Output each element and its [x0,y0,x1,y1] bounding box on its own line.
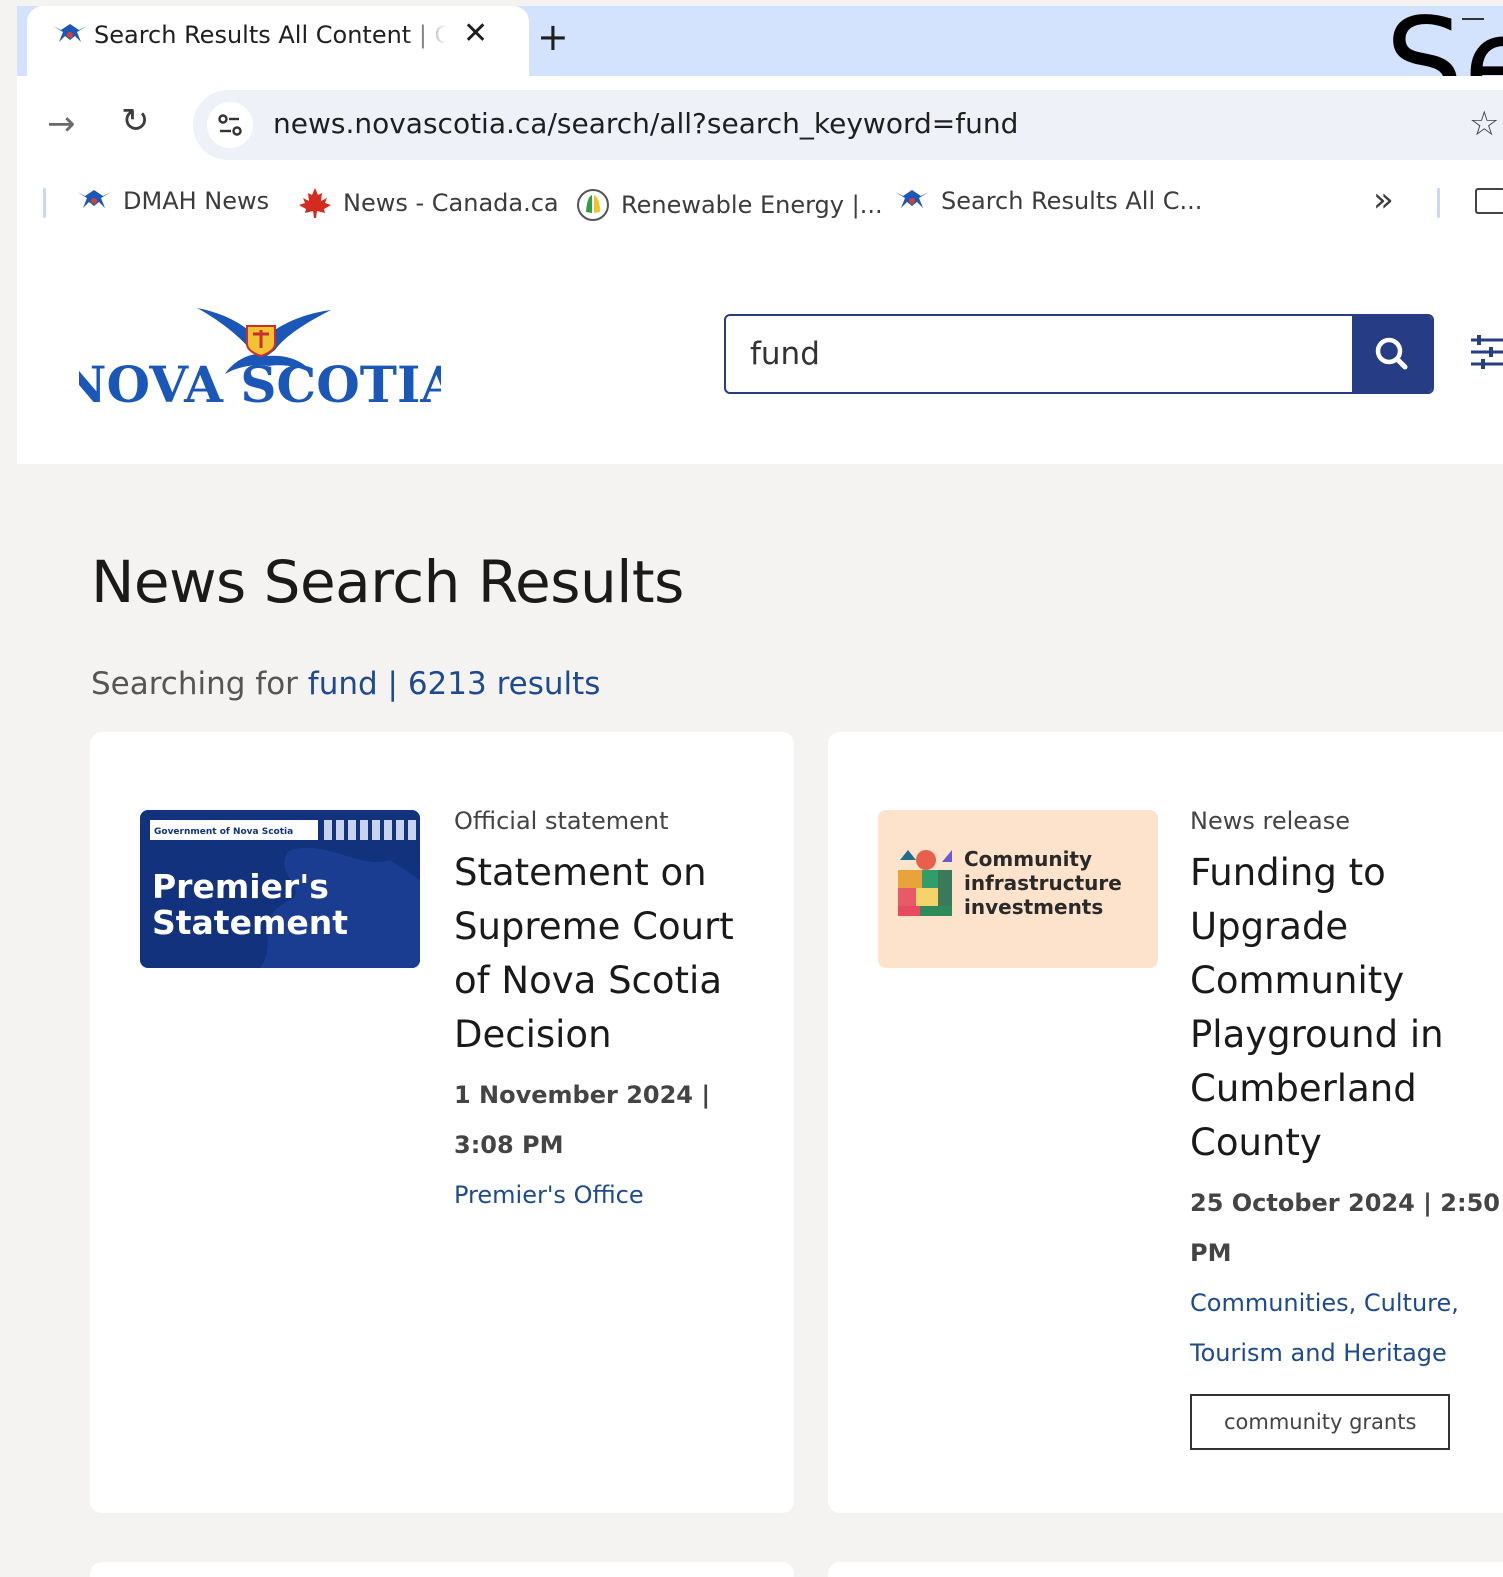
thumbnail-line-3: investments [964,895,1103,919]
bookmark-search-results[interactable]: Search Results All C... [893,187,1202,215]
bookmarks-separator [43,188,46,218]
result-thumbnail[interactable]: Community infrastructure investments [878,810,1158,968]
result-tag[interactable]: community grants [1190,1394,1451,1450]
nova-scotia-logo[interactable]: NOVA SCOTIA [79,304,441,408]
active-tab[interactable]: Search Results All Content | Government … [27,6,529,82]
maple-leaf-icon [299,188,331,218]
result-title-link[interactable]: Statement on Supreme Court of Nova Scoti… [454,846,774,1062]
thumbnail-line-2: Statement [152,903,348,942]
summary-separator: | [377,666,408,702]
thumbnail-line-1: Community [964,847,1092,871]
nova-scotia-icon [53,24,87,42]
tab-title: Search Results All Content | Government … [94,21,446,49]
result-card: Community infrastructure investments New… [828,732,1503,1513]
folder-icon[interactable] [1475,188,1503,214]
filter-sliders-icon[interactable] [1469,332,1503,372]
search-input[interactable] [726,316,1354,392]
summary-count: 6213 results [407,666,601,702]
result-thumbnail[interactable]: Government of Nova Scotia Premier's Stat… [140,810,420,968]
result-department-link[interactable]: Communities, Culture, Tourism and Herita… [1190,1278,1500,1378]
minimize-icon[interactable] [1462,18,1484,20]
bookmark-label: Renewable Energy |... [621,191,883,219]
summary-keyword: fund [307,666,378,702]
result-date: 1 November 2024 | 3:08 PM [454,1081,711,1159]
bookmark-label: DMAH News [123,187,270,215]
summary-prefix: Searching for [91,666,308,702]
bookmark-news-canada[interactable]: News - Canada.ca [297,187,559,219]
thumbnail-line-1: Premier's [152,867,329,906]
tab-strip: Search Results All Content | Government … [17,6,1503,82]
result-card [828,1562,1503,1577]
logo-text: NOVA SCOTIA [79,355,441,408]
bookmark-star-icon[interactable]: ☆ [1469,104,1499,144]
result-type: Official statement [454,807,669,835]
browser-toolbar: → ↻ news.novascotia.ca/search/all?search… [17,76,1503,174]
result-card [90,1562,794,1577]
site-header: NOVA SCOTIA [17,234,1503,464]
page-title: News Search Results [91,548,684,616]
more-bookmarks-icon[interactable]: » [1373,180,1394,220]
close-tab-icon[interactable]: ✕ [463,16,488,52]
site-search [724,314,1434,394]
result-date: 25 October 2024 | 2:50 PM [1190,1189,1500,1267]
result-text: Official statement Statement on Supreme … [454,804,774,1220]
result-department-link[interactable]: Premier's Office [454,1170,774,1220]
address-bar[interactable]: news.novascotia.ca/search/all?search_key… [193,90,1503,160]
nova-scotia-icon [77,190,111,208]
forward-arrow-icon[interactable]: → [47,104,76,144]
nova-scotia-icon [895,190,929,208]
result-card: Government of Nova Scotia Premier's Stat… [90,732,794,1513]
bookmarks-separator [1437,188,1440,218]
site-info-icon[interactable] [207,102,253,148]
search-summary: Searching for fund | 6213 results [91,666,600,702]
thumbnail-small-text: Government of Nova Scotia [154,827,293,837]
bookmark-label: Search Results All C... [941,187,1203,215]
bookmark-renewable-energy[interactable]: Renewable Energy |... [575,187,883,223]
reload-icon[interactable]: ↻ [121,101,150,141]
thumbnail-line-2: infrastructure [964,871,1122,895]
result-type: News release [1190,807,1350,835]
result-title-link[interactable]: Funding to Upgrade Community Playground … [1190,846,1500,1170]
search-icon [1375,337,1408,370]
renewable-energy-icon [577,189,609,221]
url-text: news.novascotia.ca/search/all?search_key… [273,107,1019,140]
bookmark-dmah-news[interactable]: DMAH News [75,187,269,215]
bookmark-label: News - Canada.ca [343,189,559,217]
new-tab-icon[interactable]: + [537,16,569,58]
bookmarks-bar: DMAH News News - Canada.ca Renewable Ene… [17,174,1503,234]
result-text: News release Funding to Upgrade Communit… [1190,804,1500,1450]
search-button[interactable] [1352,316,1432,392]
